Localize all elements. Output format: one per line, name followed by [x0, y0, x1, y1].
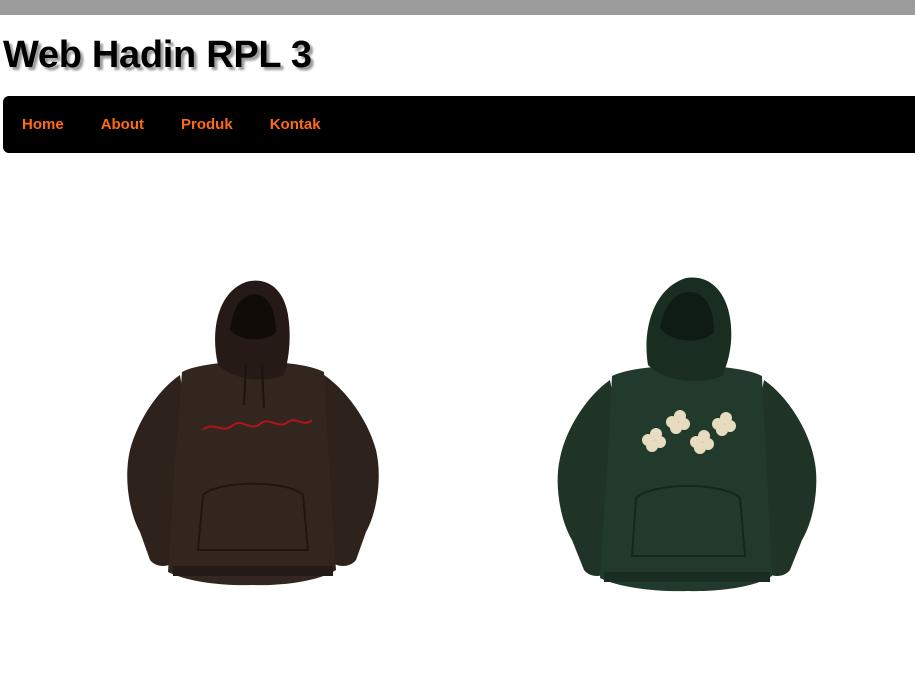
hoodie-body	[600, 365, 772, 592]
site-title: Web Hadin RPL 3	[3, 34, 312, 76]
brown-hoodie-image[interactable]	[118, 270, 388, 595]
nav-link-about[interactable]: About	[101, 116, 144, 133]
hoodie-body	[168, 361, 336, 586]
nav-link-produk[interactable]: Produk	[181, 116, 233, 133]
green-hoodie-image[interactable]	[550, 270, 825, 600]
nav-link-home[interactable]: Home	[22, 116, 64, 133]
navbar: Home About Produk Kontak	[3, 96, 915, 153]
nav-link-kontak[interactable]: Kontak	[270, 116, 321, 133]
top-strip	[0, 0, 915, 15]
